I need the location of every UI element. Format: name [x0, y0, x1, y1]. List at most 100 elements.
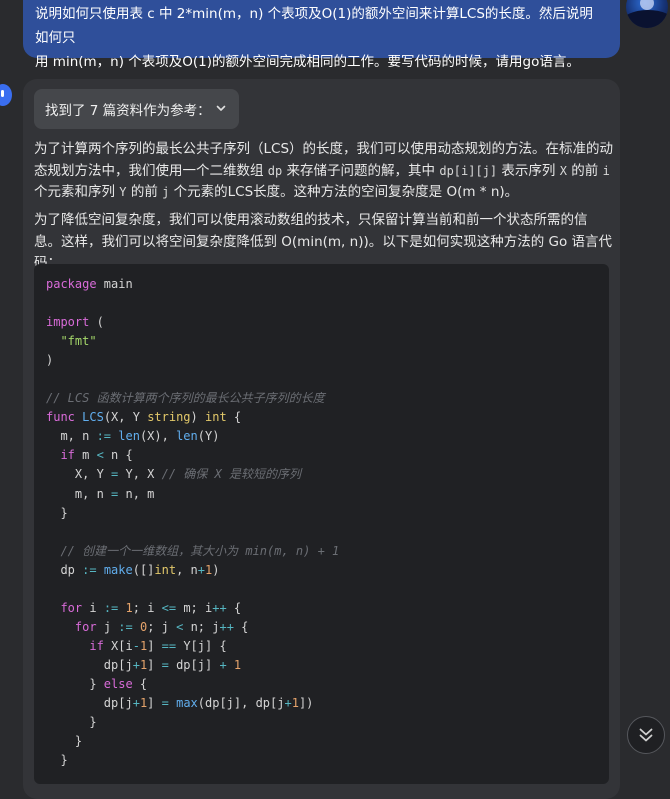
paragraph-text: 来存储子问题的解，其中: [282, 162, 440, 179]
code-comment: // 确保 X 是较短的序列: [161, 467, 301, 482]
code-plain: ]: [147, 638, 162, 653]
code-line: X, Y = Y, X // 确保 X 是较短的序列: [46, 465, 609, 484]
code-line: m, n = n, m: [46, 485, 609, 504]
code-plain: (: [89, 315, 104, 330]
paragraph-text: 的前: [566, 162, 603, 179]
inline-code: Y: [119, 185, 127, 199]
code-line: }: [46, 713, 609, 732]
code-operator: :=: [103, 600, 119, 615]
code-plain: ]: [147, 696, 162, 711]
code-line: if m < n {: [46, 446, 609, 465]
avatar-moon-shape: [640, 0, 654, 10]
code-plain: [46, 334, 60, 348]
code-plain: }: [46, 734, 83, 749]
user-message-line-1: 说明如何只使用表 c 中 2*min(m，n) 个表项及O(1)的额外空间来计算…: [35, 6, 593, 46]
paragraph-text: 规划方法中，我们使用一个二维数组: [47, 162, 268, 179]
paragraph-text: 的前: [126, 184, 163, 200]
code-plain: [46, 448, 60, 462]
code-plain: ; j: [147, 619, 177, 634]
code-operator: +: [132, 657, 140, 672]
code-plain: [46, 601, 60, 615]
references-toggle-button[interactable]: 找到了 7 篇资料作为参考：: [34, 89, 239, 129]
code-operator: :=: [118, 619, 133, 634]
code-plain: [46, 620, 75, 634]
assistant-avatar-icon: [0, 84, 12, 106]
code-line: // LCS 函数计算两个序列的最长公共子序列的长度: [46, 389, 609, 408]
code-plain: X[i: [103, 638, 133, 653]
code-operator: =: [161, 657, 169, 672]
answer-paragraph-1: 为了计算两个序列的最长公共子序列（LCS）的长度，我们可以使用动态规划的方法。在…: [34, 139, 614, 204]
code-line: func LCS(X, Y string) int {: [46, 408, 609, 427]
code-keyword: package: [46, 277, 97, 291]
code-plain: {: [226, 600, 242, 615]
code-line: for i := 1; i <= m; i++ {: [46, 599, 609, 618]
code-plain: ]): [298, 696, 314, 711]
user-message-bubble: 说明如何只使用表 c 中 2*min(m，n) 个表项及O(1)的额外空间来计算…: [23, 0, 620, 70]
code-line: import (: [46, 313, 609, 332]
code-plain: ]: [147, 657, 162, 672]
code-plain: Y[j] {: [176, 638, 227, 653]
code-type: int: [154, 562, 177, 577]
code-plain: ; i: [132, 600, 162, 615]
code-plain: m; i: [176, 600, 213, 615]
code-line: m, n := len(X), len(Y): [46, 427, 609, 446]
paragraph-text: 个元素和序列: [34, 184, 120, 200]
code-operator: ++: [212, 600, 227, 615]
code-number: 1: [125, 600, 133, 615]
code-comment: // 创建一个一维数组，其大小为 min(m, n) + 1: [60, 543, 340, 558]
code-plain: {: [233, 619, 249, 634]
code-string: "fmt": [60, 334, 97, 349]
code-plain: m, n: [46, 429, 97, 444]
code-plain: dp[j]: [168, 657, 220, 672]
code-operator: ++: [219, 619, 234, 634]
code-number: 1: [291, 696, 299, 711]
code-operator: <: [96, 448, 104, 463]
code-plain: (Y): [197, 429, 220, 444]
code-type: string: [147, 410, 191, 425]
code-plain: , n: [176, 562, 198, 577]
code-plain: [227, 658, 234, 672]
code-number: 1: [233, 657, 242, 672]
code-keyword: for: [74, 619, 97, 634]
code-keyword: func: [46, 410, 75, 425]
code-line: ): [46, 351, 609, 370]
code-keyword: for: [60, 600, 83, 615]
code-operator: +: [132, 696, 140, 711]
code-operator: :=: [82, 562, 97, 577]
code-comment: // LCS 函数计算两个序列的最长公共子序列的长度: [46, 391, 325, 406]
code-operator: =: [161, 696, 169, 711]
code-plain: ): [190, 410, 205, 425]
code-line: dp[j+1] = dp[j] + 1: [46, 656, 609, 675]
avatar-hill-shape: [626, 10, 668, 28]
code-operator: +: [219, 657, 227, 672]
code-keyword: else: [103, 676, 133, 691]
code-line: // 创建一个一维数组，其大小为 min(m, n) + 1: [46, 542, 609, 561]
paragraph-text: 表示序列: [497, 162, 560, 179]
chevron-down-icon: [216, 105, 226, 111]
code-line: dp[j+1] = max(dp[j], dp[j+1]): [46, 694, 609, 713]
code-plain: j: [96, 619, 119, 634]
code-keyword: import: [46, 315, 90, 330]
code-plain: i: [82, 600, 104, 615]
code-plain: n; j: [183, 619, 220, 634]
code-keyword: if: [60, 448, 75, 463]
user-avatar[interactable]: [626, 0, 668, 28]
code-operator: +: [284, 696, 292, 711]
code-plain: dp: [46, 562, 83, 577]
inline-code: X: [559, 163, 567, 178]
user-message-line-2: 用 min(m，n) 个表项及O(1)的额外空间完成相同的工作。要写代码的时候，…: [35, 54, 580, 70]
code-plain: [169, 696, 176, 710]
code-plain: ): [212, 562, 220, 577]
inline-code: i: [602, 163, 610, 178]
code-plain: dp[j: [46, 696, 133, 711]
code-plain: [46, 639, 89, 653]
code-line: }: [46, 732, 609, 751]
code-function: max: [176, 696, 198, 711]
code-line: for j := 0; j < n; j++ {: [46, 618, 609, 637]
code-plain: ): [46, 353, 54, 368]
scroll-to-bottom-button[interactable]: [627, 716, 665, 754]
code-plain: {: [226, 410, 242, 425]
code-line: dp := make([]int, n+1): [46, 561, 609, 580]
